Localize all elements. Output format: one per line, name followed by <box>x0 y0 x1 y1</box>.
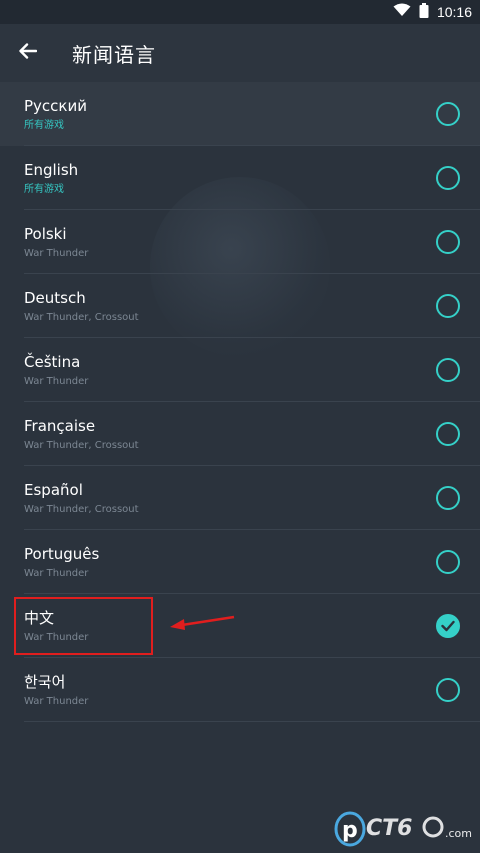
language-name: 한국어 <box>24 673 66 691</box>
radio-unchecked-icon[interactable] <box>436 550 460 574</box>
radio-unchecked-icon[interactable] <box>436 358 460 382</box>
language-item-text: 中文 War Thunder <box>24 608 436 644</box>
language-item-text: 한국어 War Thunder <box>24 672 436 708</box>
language-item[interactable]: Português War Thunder <box>0 530 480 594</box>
radio-unchecked-icon[interactable] <box>436 294 460 318</box>
page-title: 新闻语言 <box>72 42 156 67</box>
language-name: English <box>24 161 79 179</box>
language-item-text: Español War Thunder, Crossout <box>24 480 436 516</box>
app-bar: 新闻语言 <box>0 24 480 82</box>
status-time: 10:16 <box>436 4 472 20</box>
language-list: Русский 所有游戏 English 所有游戏 Polski War Thunder D… <box>0 82 480 722</box>
battery-icon <box>419 2 429 22</box>
radio-checked-icon[interactable] <box>436 614 460 638</box>
back-button[interactable] <box>0 24 56 82</box>
language-item[interactable]: 한국어 War Thunder <box>0 658 480 722</box>
language-item-text: English 所有游戏 <box>24 160 436 196</box>
language-games: War Thunder <box>24 696 89 707</box>
back-arrow-icon <box>19 43 38 63</box>
language-games: 所有游戏 <box>24 184 64 195</box>
language-item-text: Française War Thunder, Crossout <box>24 416 436 452</box>
language-item-text: Русский 所有游戏 <box>24 96 436 132</box>
language-item-text: Čeština War Thunder <box>24 352 436 388</box>
language-item[interactable]: Deutsch War Thunder, Crossout <box>0 274 480 338</box>
status-bar: 10:16 <box>0 0 480 24</box>
language-name: Español <box>24 481 83 499</box>
language-name: Čeština <box>24 353 81 371</box>
language-item[interactable]: Русский 所有游戏 <box>0 82 480 146</box>
language-name: Português <box>24 545 100 563</box>
language-games: War Thunder, Crossout <box>24 312 139 323</box>
language-games: War Thunder, Crossout <box>24 440 139 451</box>
site-watermark: p CT6 .com <box>330 805 475 850</box>
radio-unchecked-icon[interactable] <box>436 422 460 446</box>
language-item-text: Português War Thunder <box>24 544 436 580</box>
language-item[interactable]: Čeština War Thunder <box>0 338 480 402</box>
language-name: Française <box>24 417 96 435</box>
language-games: War Thunder, Crossout <box>24 504 139 515</box>
wifi-icon <box>393 3 411 21</box>
language-item-text: Polski War Thunder <box>24 224 436 260</box>
language-item[interactable]: 中文 War Thunder <box>0 594 480 658</box>
language-name: Polski <box>24 225 67 243</box>
radio-unchecked-icon[interactable] <box>436 486 460 510</box>
language-games: War Thunder <box>24 248 89 259</box>
language-item[interactable]: Polski War Thunder <box>0 210 480 274</box>
watermark-text: .com <box>445 827 472 840</box>
language-name: Deutsch <box>24 289 86 307</box>
svg-text:p: p <box>342 818 358 843</box>
language-games: War Thunder <box>24 568 89 579</box>
language-name: Русский <box>24 97 87 115</box>
radio-unchecked-icon[interactable] <box>436 230 460 254</box>
language-item[interactable]: English 所有游戏 <box>0 146 480 210</box>
language-item-text: Deutsch War Thunder, Crossout <box>24 288 436 324</box>
radio-unchecked-icon[interactable] <box>436 102 460 126</box>
radio-unchecked-icon[interactable] <box>436 678 460 702</box>
language-games: War Thunder <box>24 376 89 387</box>
language-item[interactable]: Español War Thunder, Crossout <box>0 466 480 530</box>
language-games: 所有游戏 <box>24 120 64 131</box>
language-item[interactable]: Française War Thunder, Crossout <box>0 402 480 466</box>
language-name: 中文 <box>24 609 55 627</box>
language-games: War Thunder <box>24 632 89 643</box>
radio-unchecked-icon[interactable] <box>436 166 460 190</box>
svg-text:CT6: CT6 <box>366 816 412 841</box>
